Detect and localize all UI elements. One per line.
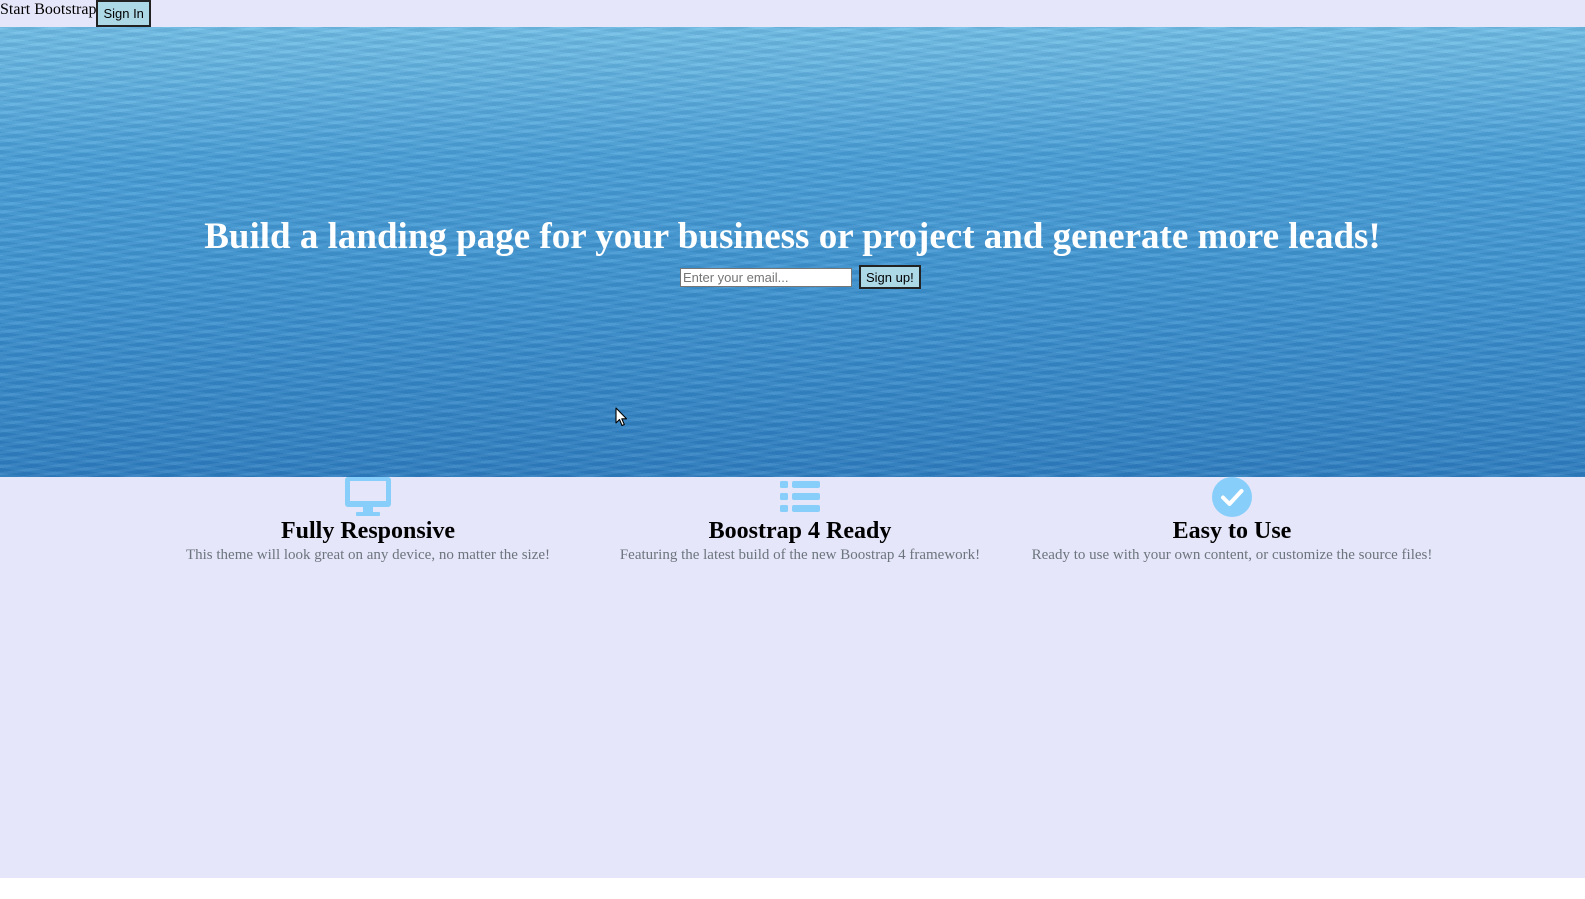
- email-input[interactable]: [680, 267, 852, 287]
- feature-text: Ready to use with your own content, or c…: [1031, 547, 1433, 563]
- landing-page: Start Bootstrap Sign In Build a landing …: [0, 0, 1585, 878]
- list-icon: [780, 481, 820, 512]
- check-circle-icon: [1212, 477, 1252, 517]
- feature-text: This theme will look great on any device…: [185, 547, 551, 563]
- feature-title: Boostrap 4 Ready: [708, 518, 892, 544]
- feature-easy-to-use: Easy to Use Ready to use with your own c…: [1022, 477, 1442, 565]
- feature-title: Easy to Use: [1172, 518, 1292, 544]
- feature-fully-responsive: Fully Responsive This theme will look gr…: [158, 477, 578, 565]
- sign-in-button[interactable]: Sign In: [96, 0, 151, 27]
- top-nav: Start Bootstrap Sign In: [0, 0, 151, 27]
- mouse-cursor-icon: [615, 407, 628, 427]
- feature-title: Fully Responsive: [280, 518, 456, 544]
- feature-bootstrap-ready: Boostrap 4 Ready Featuring the latest bu…: [590, 477, 1010, 565]
- window-bottom-edge: [0, 878, 1585, 899]
- sign-up-button[interactable]: Sign up!: [859, 265, 921, 289]
- signup-form: Sign up!: [680, 265, 921, 289]
- hero-title: Build a landing page for your business o…: [204, 216, 1381, 257]
- brand-link[interactable]: Start Bootstrap: [0, 0, 96, 20]
- desktop-icon: [345, 477, 391, 516]
- feature-text: Featuring the latest build of the new Bo…: [619, 547, 981, 563]
- hero-section: Build a landing page for your business o…: [0, 27, 1585, 477]
